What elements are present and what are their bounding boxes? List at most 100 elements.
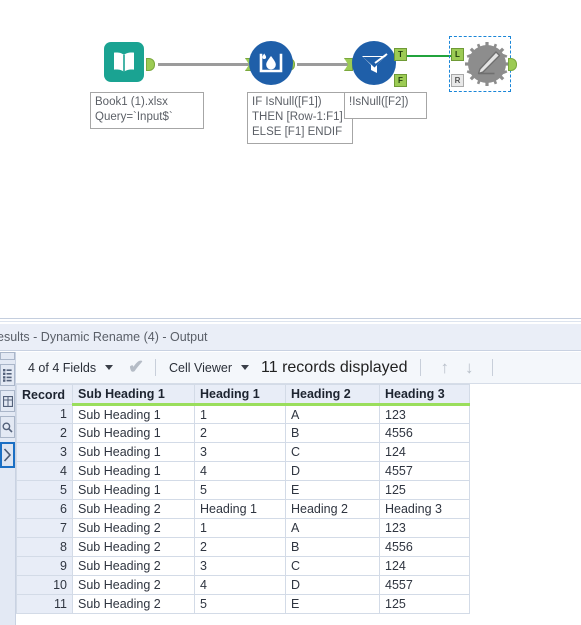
scroll-down-icon[interactable]: ↓ (465, 359, 474, 376)
cell-record-number[interactable]: 9 (16, 556, 73, 576)
table-cell[interactable]: Sub Heading 2 (72, 537, 195, 557)
panel-divider[interactable] (0, 318, 581, 319)
table-cell[interactable]: 5 (194, 594, 286, 614)
table-cell[interactable]: E (285, 594, 380, 614)
table-cell[interactable]: 2 (194, 423, 286, 443)
table-row[interactable]: 11 Sub Heading 2 5 E 125 (16, 594, 470, 614)
column-header-heading-3[interactable]: Heading 3 (379, 384, 470, 406)
table-cell[interactable]: 125 (379, 594, 470, 614)
table-cell[interactable]: Sub Heading 2 (72, 556, 195, 576)
cell-record-number[interactable]: 10 (16, 575, 73, 595)
dynamic-rename-tool[interactable] (464, 41, 509, 86)
table-row[interactable]: 9 Sub Heading 2 3 C 124 (16, 556, 470, 576)
table-row[interactable]: 3 Sub Heading 1 3 C 124 (16, 442, 470, 462)
table-cell[interactable]: C (285, 442, 380, 462)
table-cell[interactable]: Sub Heading 1 (72, 404, 195, 424)
table-cell[interactable]: Heading 2 (285, 499, 380, 519)
table-cell[interactable]: Sub Heading 2 (72, 594, 195, 614)
results-table[interactable]: Record Sub Heading 1 Heading 1 Heading 2… (16, 384, 470, 614)
table-cell[interactable]: Sub Heading 1 (72, 442, 195, 462)
connection-formula-to-filter[interactable] (297, 63, 351, 66)
table-cell[interactable]: A (285, 404, 380, 424)
table-cell[interactable]: 4557 (379, 575, 470, 595)
table-cell[interactable]: 5 (194, 480, 286, 500)
check-icon[interactable]: ✔ (128, 358, 144, 377)
input-data-tool[interactable] (104, 42, 148, 86)
table-cell[interactable]: 4 (194, 461, 286, 481)
table-cell[interactable]: 123 (379, 518, 470, 538)
chevron-down-icon[interactable] (105, 365, 114, 370)
table-cell[interactable]: B (285, 537, 380, 557)
table-cell[interactable]: 2 (194, 537, 286, 557)
table-cell[interactable]: E (285, 480, 380, 500)
table-cell[interactable]: Heading 1 (194, 499, 286, 519)
cell-record-number[interactable]: 8 (16, 537, 73, 557)
cell-record-number[interactable]: 3 (16, 442, 73, 462)
annotation-input-data: Book1 (1).xlsx Query=`Input$` (90, 92, 204, 129)
table-cell[interactable]: 1 (194, 518, 286, 538)
table-cell[interactable]: D (285, 575, 380, 595)
table-row[interactable]: 6 Sub Heading 2 Heading 1 Heading 2 Heading … (16, 499, 470, 519)
table-cell[interactable]: C (285, 556, 380, 576)
side-tab-search[interactable] (0, 416, 15, 438)
fields-selector[interactable]: 4 of 4 Fields (26, 352, 119, 383)
table-cell[interactable]: A (285, 518, 380, 538)
column-header-heading-2[interactable]: Heading 2 (285, 384, 380, 406)
side-tab-expand[interactable] (0, 442, 15, 468)
table-cell[interactable]: 4 (194, 575, 286, 595)
table-cell[interactable]: Sub Heading 1 (72, 480, 195, 500)
table-cell[interactable]: Sub Heading 2 (72, 575, 195, 595)
multi-row-formula-tool[interactable] (249, 41, 293, 85)
table-cell[interactable]: Sub Heading 1 (72, 423, 195, 443)
rename-right-input-anchor[interactable]: R (451, 74, 464, 87)
table-cell[interactable]: 3 (194, 556, 286, 576)
table-row[interactable]: 10 Sub Heading 2 4 D 4557 (16, 575, 470, 595)
table-cell[interactable]: B (285, 423, 380, 443)
column-header-record[interactable]: Record (16, 384, 73, 405)
table-cell[interactable]: 4556 (379, 537, 470, 557)
table-cell[interactable]: Heading 3 (379, 499, 470, 519)
cell-record-number[interactable]: 7 (16, 518, 73, 538)
output-anchor-rename[interactable] (508, 58, 517, 71)
table-cell[interactable]: Sub Heading 2 (72, 499, 195, 519)
cell-record-number[interactable]: 6 (16, 499, 73, 519)
filter-true-output-anchor[interactable]: T (394, 48, 407, 61)
table-cell[interactable]: Sub Heading 2 (72, 518, 195, 538)
table-cell[interactable]: 3 (194, 442, 286, 462)
cell-record-number[interactable]: 4 (16, 461, 73, 481)
table-cell[interactable]: 125 (379, 480, 470, 500)
table-cell[interactable]: 4557 (379, 461, 470, 481)
table-cell[interactable]: 124 (379, 556, 470, 576)
chevron-down-icon-2[interactable] (241, 365, 250, 370)
table-cell[interactable]: 1 (194, 404, 286, 424)
side-tab-table-view[interactable] (0, 390, 15, 412)
table-row[interactable]: 7 Sub Heading 2 1 A 123 (16, 518, 470, 538)
cell-record-number[interactable]: 1 (16, 404, 73, 424)
column-header-sub-heading-1[interactable]: Sub Heading 1 (72, 384, 195, 406)
table-row[interactable]: 8 Sub Heading 2 2 B 4556 (16, 537, 470, 557)
cell-record-number[interactable]: 11 (16, 594, 73, 614)
side-tab-collapse[interactable] (0, 352, 15, 360)
cell-record-number[interactable]: 5 (16, 480, 73, 500)
workflow-canvas[interactable]: T F L R Book1 (1).xlsx Query=`Input$` IF… (0, 0, 581, 318)
cell-viewer-selector[interactable]: Cell Viewer (167, 352, 255, 383)
table-row[interactable]: 2 Sub Heading 1 2 B 4556 (16, 423, 470, 443)
table-cell[interactable]: 123 (379, 404, 470, 424)
table-cell[interactable]: 4556 (379, 423, 470, 443)
table-row[interactable]: 5 Sub Heading 1 5 E 125 (16, 480, 470, 500)
table-cell[interactable]: 124 (379, 442, 470, 462)
column-header-heading-1[interactable]: Heading 1 (194, 384, 286, 406)
results-panel: Results - Dynamic Rename (4) - Output 4 … (0, 318, 581, 625)
panel-divider-shadow (0, 321, 581, 322)
side-tab-list-view[interactable] (0, 364, 15, 386)
table-cell[interactable]: D (285, 461, 380, 481)
rename-left-input-anchor[interactable]: L (451, 48, 464, 61)
scroll-up-icon[interactable]: ↑ (440, 359, 449, 376)
filter-tool[interactable] (352, 41, 396, 85)
cell-record-number[interactable]: 2 (16, 423, 73, 443)
filter-false-output-anchor[interactable]: F (394, 74, 407, 87)
table-row[interactable]: 4 Sub Heading 1 4 D 4557 (16, 461, 470, 481)
table-cell[interactable]: Sub Heading 1 (72, 461, 195, 481)
connection-input-to-formula[interactable] (158, 63, 253, 66)
table-row[interactable]: 1 Sub Heading 1 1 A 123 (16, 404, 470, 424)
